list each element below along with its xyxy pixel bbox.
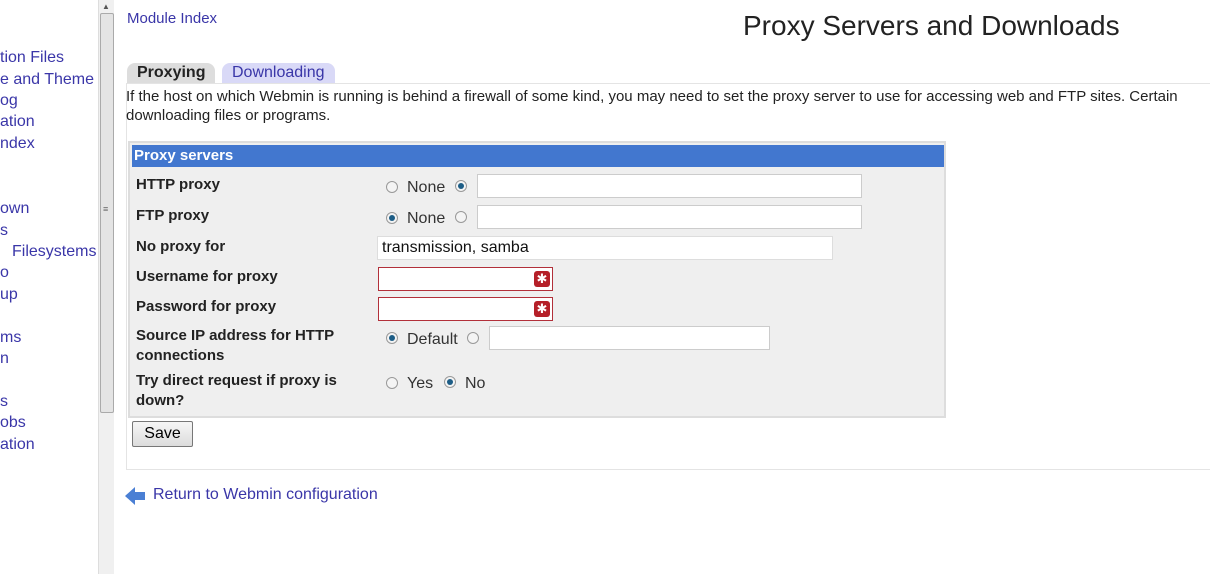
no-proxy-label: No proxy for	[136, 238, 226, 255]
form-title: Proxy servers	[132, 145, 944, 167]
sidebar-link[interactable]: own	[0, 200, 29, 218]
ftp-proxy-label: FTP proxy	[136, 207, 210, 224]
http-proxy-label: HTTP proxy	[136, 176, 220, 193]
sidebar-link[interactable]: s	[0, 222, 8, 240]
no-proxy-input[interactable]: transmission, samba	[377, 236, 833, 260]
module-index-link[interactable]: Module Index	[127, 10, 217, 27]
password-label: Password for proxy	[136, 298, 277, 315]
tab-downloading[interactable]: Downloading	[222, 63, 335, 83]
direct-request-label: Try direct request if proxy is down?	[136, 372, 337, 409]
sidebar-link[interactable]: obs	[0, 414, 26, 432]
source-ip-label: Source IP address for HTTP connections	[136, 327, 335, 364]
save-button[interactable]: Save	[132, 421, 193, 447]
sidebar-link[interactable]: ation	[0, 113, 35, 131]
return-link[interactable]: Return to Webmin configuration	[153, 486, 378, 504]
sidebar-link[interactable]: o	[0, 264, 9, 282]
sidebar-link[interactable]: Filesystems	[12, 243, 96, 261]
description: If the host on which Webmin is running i…	[126, 88, 1178, 124]
required-icon: ✱	[534, 271, 550, 287]
source-ip-custom-radio[interactable]	[467, 332, 479, 344]
ftp-proxy-custom-radio[interactable]	[455, 211, 467, 223]
source-ip-input[interactable]	[489, 326, 770, 350]
ftp-proxy-none-radio[interactable]	[386, 212, 398, 224]
direct-yes-radio[interactable]	[386, 377, 398, 389]
sidebar-link[interactable]: ms	[0, 329, 21, 347]
scroll-up-icon[interactable]: ▲	[102, 2, 110, 11]
proxy-servers-form: Proxy servers HTTP proxy None FTP proxy …	[128, 141, 946, 418]
username-label: Username for proxy	[136, 268, 278, 285]
sidebar-link[interactable]: ndex	[0, 135, 35, 153]
grip-icon: ≡	[103, 204, 109, 214]
sidebar-link[interactable]: e and Theme	[0, 71, 94, 89]
sidebar-link[interactable]: s	[0, 393, 8, 411]
http-proxy-none-label: None	[407, 179, 446, 196]
username-input[interactable]: ✱	[378, 267, 553, 291]
sidebar-link[interactable]: tion Files	[0, 49, 64, 67]
http-proxy-custom-radio[interactable]	[455, 180, 467, 192]
sidebar-link[interactable]: up	[0, 286, 18, 304]
direct-yes-label: Yes	[407, 375, 434, 392]
sidebar-link[interactable]: ation	[0, 436, 35, 454]
password-input[interactable]: ✱	[378, 297, 553, 321]
sidebar-scrollbar[interactable]: ▲ ≡	[98, 0, 114, 574]
direct-no-label: No	[465, 375, 486, 392]
ftp-proxy-input[interactable]	[477, 205, 862, 229]
http-proxy-none-radio[interactable]	[386, 181, 398, 193]
tab-proxying[interactable]: Proxying	[127, 63, 216, 83]
ftp-proxy-none-label: None	[407, 210, 446, 227]
back-arrow-icon[interactable]	[124, 485, 146, 507]
sidebar: tion Files e and Theme og ation ndex own…	[0, 0, 98, 574]
page-title: Proxy Servers and Downloads	[743, 10, 1120, 41]
source-ip-default-radio[interactable]	[386, 332, 398, 344]
http-proxy-input[interactable]	[477, 174, 862, 198]
sidebar-link[interactable]: n	[0, 350, 9, 368]
source-ip-default-label: Default	[407, 331, 458, 348]
sidebar-link[interactable]: og	[0, 92, 18, 110]
direct-no-radio[interactable]	[444, 376, 456, 388]
required-icon: ✱	[534, 301, 550, 317]
scrollbar-thumb[interactable]: ≡	[100, 13, 114, 413]
